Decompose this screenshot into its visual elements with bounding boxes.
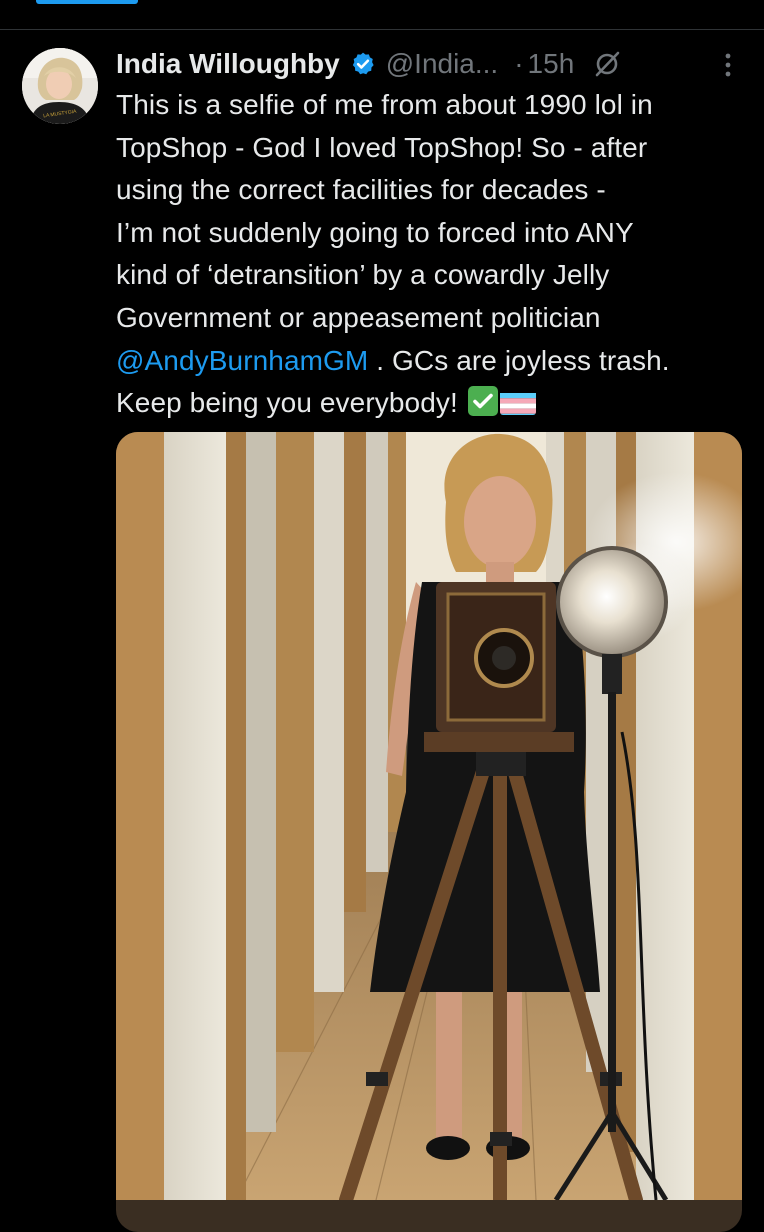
separator-dot: · [514, 48, 524, 79]
author-name[interactable]: India Willoughby [116, 48, 340, 80]
photo-image [116, 432, 742, 1207]
tweet-line: Government or appeasement politician [116, 301, 601, 333]
tweet-header: India Willoughby @India... · 15h [116, 44, 746, 84]
author-handle[interactable]: @India... [386, 48, 498, 80]
avatar-image: LA MUSTYGIA [22, 48, 98, 124]
timestamp[interactable]: 15h [528, 48, 575, 80]
tweet-media-photo[interactable] [116, 432, 742, 1232]
check-mark-button-emoji [467, 386, 498, 417]
top-bar [0, 0, 764, 30]
verified-badge-icon [350, 51, 376, 77]
tweet-text-fragment: Keep being you everybody! [116, 387, 466, 419]
grok-icon[interactable] [592, 49, 622, 79]
mention-link[interactable]: @AndyBurnhamGM [116, 345, 368, 376]
tweet-line: @AndyBurnhamGM . GCs are joyless trash. [116, 340, 756, 383]
tweet-text-fragment: . GCs are joyless trash. [368, 344, 670, 376]
tweet-line: kind of ‘detransition’ by a cowardly Jel… [116, 259, 610, 291]
tweet-line: Keep being you everybody! [116, 382, 756, 425]
active-tab-indicator [36, 0, 138, 4]
more-options-icon[interactable] [722, 50, 734, 80]
tweet-text: This is a selfie of me from about 1990 l… [116, 84, 756, 425]
divider [0, 29, 764, 30]
tweet-line: I’m not suddenly going to forced into AN… [116, 216, 634, 248]
tweet-line: This is a selfie of me from about 1990 l… [116, 89, 653, 120]
avatar[interactable]: LA MUSTYGIA [22, 48, 98, 124]
transgender-flag-emoji [499, 389, 536, 416]
tweet-line: TopShop - God I loved TopShop! So - afte… [116, 131, 648, 163]
tweet-line: using the correct facilities for decades… [116, 174, 606, 206]
